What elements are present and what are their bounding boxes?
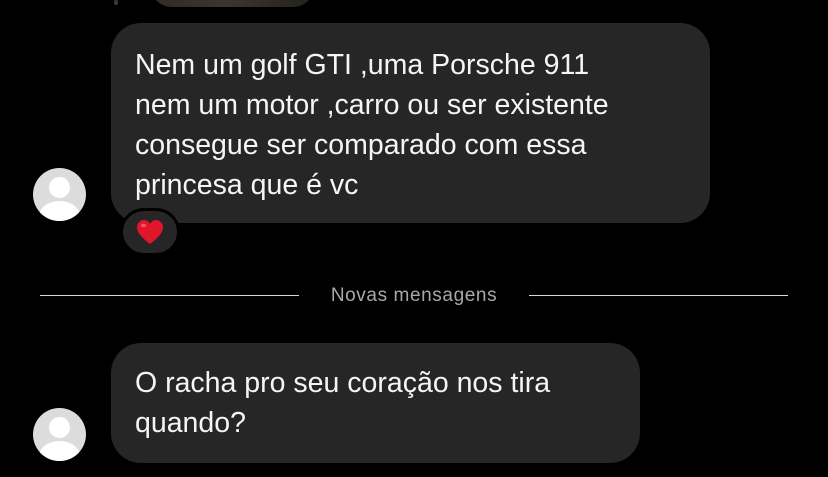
- previous-media-message[interactable]: [150, 0, 315, 7]
- reaction-badge[interactable]: [120, 208, 180, 256]
- scroll-indicator: [114, 0, 118, 5]
- message-text-line: Nem um golf GTI ,uma Porsche 911: [135, 49, 590, 81]
- avatar-head: [49, 177, 70, 198]
- avatar-body: [39, 201, 80, 221]
- sender-avatar[interactable]: [33, 408, 86, 461]
- divider-line-right: [529, 295, 788, 296]
- chat-thread: Nem um golf GTI ,uma Porsche 911 nem um …: [0, 0, 828, 477]
- avatar-head: [49, 417, 70, 438]
- divider-line-left: [40, 295, 299, 296]
- message-bubble[interactable]: O racha pro seu coração nos tira quando?: [111, 343, 640, 463]
- avatar-body: [39, 441, 80, 461]
- new-messages-divider-label: Novas mensagens: [330, 285, 498, 306]
- sender-avatar[interactable]: [33, 168, 86, 221]
- red-heart-icon: [137, 220, 163, 244]
- message-text-line: nem um motor ,carro ou ser existente: [135, 89, 609, 121]
- message-text-line: quando?: [135, 407, 246, 439]
- message-text-line: consegue ser comparado com essa: [135, 129, 587, 161]
- message-text-line: O racha pro seu coração nos tira: [135, 367, 551, 399]
- message-text-line: princesa que é vc: [135, 169, 359, 201]
- message-bubble[interactable]: Nem um golf GTI ,uma Porsche 911 nem um …: [111, 23, 710, 223]
